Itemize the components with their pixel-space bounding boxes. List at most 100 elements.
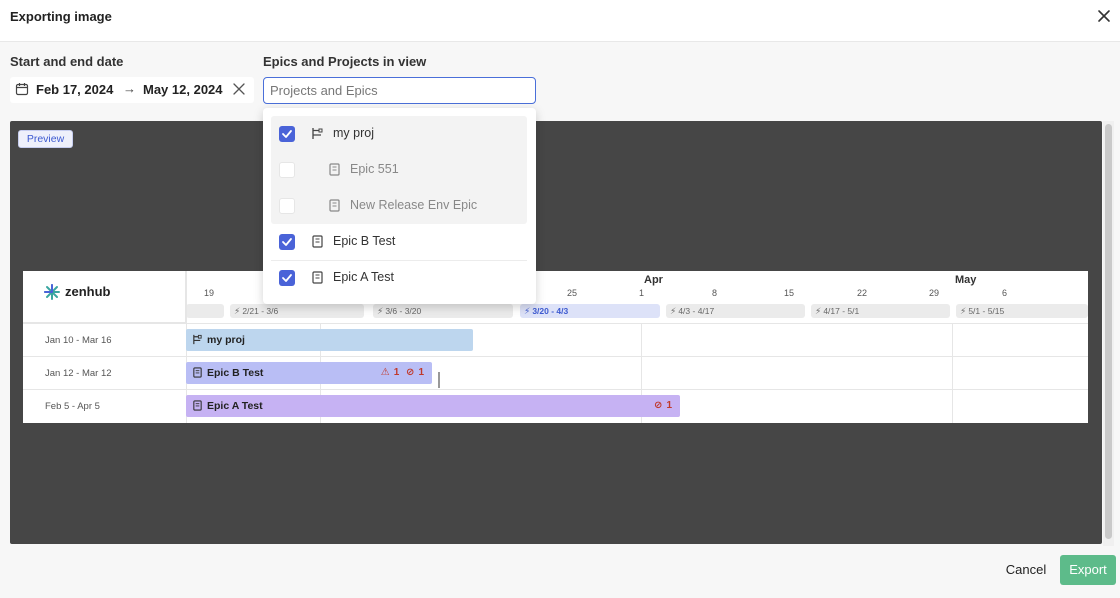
sprint-bar (186, 304, 224, 318)
export-button[interactable]: Export (1060, 555, 1116, 585)
sprint-bar: ⚡ 2/21 - 3/6 (230, 304, 364, 318)
end-date[interactable]: May 12, 2024 (143, 82, 223, 97)
bar-badges: ⊘ 1 (650, 395, 672, 417)
week-label: 22 (857, 288, 868, 298)
cancel-button[interactable]: Cancel (1000, 559, 1052, 581)
logo-text: zenhub (65, 284, 111, 299)
zenhub-logo-icon (44, 284, 60, 300)
preview-scrollbar[interactable] (1103, 121, 1114, 546)
option-label: Epic B Test (333, 234, 396, 248)
blocked-count: 1 (666, 400, 672, 411)
lightning-icon: ⚡ (960, 306, 967, 316)
epic-icon (193, 367, 202, 378)
start-date[interactable]: Feb 17, 2024 (36, 82, 113, 97)
blocked-icon: ⊘ (406, 367, 415, 378)
clear-date-icon[interactable] (232, 82, 246, 96)
check-icon (282, 238, 292, 246)
check-icon (282, 274, 292, 282)
bar-badges: ⚠ 1 ⊘ 1 (377, 362, 424, 384)
sprint-label: 3/6 - 3/20 (385, 306, 422, 316)
epic-icon (193, 400, 202, 411)
checkbox-checked[interactable] (279, 126, 295, 142)
lightning-icon: ⚡ (234, 306, 241, 316)
roadmap-bar-epic-a-test: Epic A Test ⊘ 1 (186, 395, 680, 417)
sprint-label: 2/21 - 3/6 (242, 306, 279, 316)
row-date-range: Jan 10 - Mar 16 (45, 335, 112, 346)
month-label: May (955, 274, 977, 286)
project-icon (312, 128, 323, 139)
checkbox-checked[interactable] (279, 270, 295, 286)
option-label: New Release Env Epic (350, 198, 478, 212)
scrollbar-thumb[interactable] (1105, 124, 1112, 539)
date-range-picker[interactable]: Feb 17, 2024 → May 12, 2024 (10, 77, 254, 103)
option-epic-551[interactable]: Epic 551 (271, 153, 527, 187)
week-label: 19 (204, 288, 215, 298)
projects-epics-dropdown: my proj Epic 551 New Release Env Epic Ep… (263, 108, 536, 304)
date-range-label: Start and end date (10, 54, 124, 69)
roadmap-preview: zenhub Apr May 19 25 1 8 15 22 29 6 ⚡ 2/2… (23, 271, 1088, 423)
week-label: 8 (712, 288, 718, 298)
sprint-bar: ⚡ 4/17 - 5/1 (811, 304, 950, 318)
week-label: 6 (1002, 288, 1008, 298)
row-divider (23, 356, 1088, 357)
option-epic-b-test[interactable]: Epic B Test (271, 225, 527, 259)
warning-count: 1 (393, 367, 400, 378)
bar-label: Epic A Test (207, 400, 263, 412)
filter-label: Epics and Projects in view (263, 54, 427, 69)
sprint-bar: ⚡ 3/6 - 3/20 (373, 304, 513, 318)
column-divider (952, 323, 953, 423)
warning-icon: ⚠ (380, 367, 390, 378)
check-icon (282, 130, 292, 138)
dependency-connector (438, 372, 440, 388)
lightning-icon: ⚡ (524, 306, 531, 316)
preview-badge: Preview (18, 130, 73, 148)
option-epic-a-test[interactable]: Epic A Test (271, 261, 527, 295)
week-label: 25 (567, 288, 578, 298)
option-label: my proj (333, 126, 374, 140)
checkbox-checked[interactable] (279, 234, 295, 250)
lightning-icon: ⚡ (815, 306, 822, 316)
sprint-bar: ⚡ 4/3 - 4/17 (666, 304, 805, 318)
row-date-range: Jan 12 - Mar 12 (45, 368, 112, 379)
option-my-proj[interactable]: my proj (271, 117, 527, 151)
roadmap-bar-epic-b-test: Epic B Test ⚠ 1 ⊘ 1 (186, 362, 432, 384)
sprint-bar-active: ⚡ 3/20 - 4/3 (520, 304, 660, 318)
week-label: 1 (639, 288, 645, 298)
epic-icon (329, 163, 340, 176)
arrow-right-icon: → (123, 81, 136, 96)
epic-icon (312, 235, 323, 248)
week-label: 15 (784, 288, 795, 298)
projects-epics-input[interactable] (263, 77, 536, 104)
sprint-bar: ⚡ 5/1 - 5/15 (956, 304, 1088, 318)
sprint-label: 3/20 - 4/3 (532, 306, 569, 316)
calendar-icon (15, 83, 29, 96)
sprint-label: 4/3 - 4/17 (678, 306, 715, 316)
week-label: 29 (929, 288, 940, 298)
option-label: Epic 551 (350, 162, 399, 176)
epic-icon (329, 199, 340, 212)
blocked-icon: ⊘ (654, 400, 663, 411)
lightning-icon: ⚡ (377, 306, 384, 316)
modal-header: Exporting image (0, 0, 1120, 42)
bar-label: Epic B Test (207, 367, 264, 379)
row-date-range: Feb 5 - Apr 5 (45, 401, 100, 412)
close-button[interactable] (1094, 6, 1114, 26)
sprint-label: 5/1 - 5/15 (968, 306, 1005, 316)
roadmap-bar-my-proj: my proj (186, 329, 473, 351)
bar-label: my proj (207, 334, 245, 346)
option-label: Epic A Test (333, 270, 394, 284)
blocked-count: 1 (418, 367, 424, 378)
close-icon (1098, 10, 1110, 22)
sprint-label: 4/17 - 5/1 (823, 306, 860, 316)
project-icon (193, 334, 202, 345)
row-divider (23, 389, 1088, 390)
checkbox-unchecked[interactable] (279, 198, 295, 214)
modal-title: Exporting image (10, 9, 112, 24)
checkbox-unchecked[interactable] (279, 162, 295, 178)
epic-icon (312, 271, 323, 284)
lightning-icon: ⚡ (670, 306, 677, 316)
option-new-release-env-epic[interactable]: New Release Env Epic (271, 189, 527, 223)
logo-area: zenhub (23, 271, 186, 323)
row-divider (23, 323, 1088, 324)
month-label: Apr (644, 274, 663, 286)
